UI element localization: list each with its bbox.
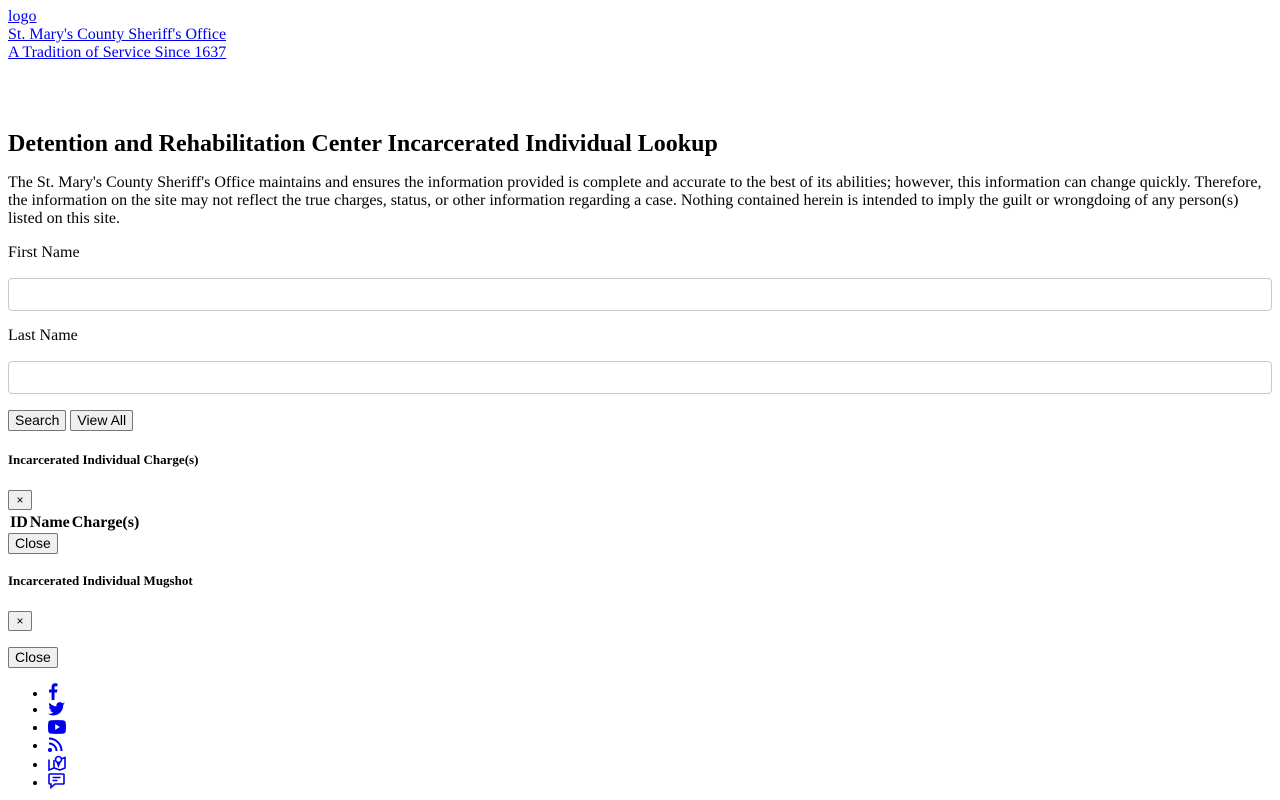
first-name-input[interactable] (8, 278, 1272, 311)
charges-table: ID Name Charge(s) (8, 512, 141, 533)
twitter-link[interactable] (48, 701, 65, 718)
social-item-youtube (48, 719, 1272, 737)
charges-close-button[interactable]: Close (8, 533, 58, 554)
charges-modal-title: Incarcerated Individual Charge(s) (8, 452, 199, 467)
logo-link[interactable]: logo (8, 8, 36, 26)
column-header-charges: Charge(s) (71, 514, 140, 531)
charges-close-x-button[interactable]: × (8, 490, 32, 510)
last-name-label: Last Name (8, 327, 78, 344)
twitter-icon (48, 702, 65, 716)
org-name-link[interactable]: St. Mary's County Sheriff's Office (8, 26, 1272, 44)
header-spacer (8, 62, 1272, 112)
page-title: Detention and Rehabilitation Center Inca… (8, 131, 718, 157)
lookup-main: Detention and Rehabilitation Center Inca… (8, 130, 1272, 668)
column-header-name: Name (29, 514, 70, 531)
tagline-link[interactable]: A Tradition of Service Since 1637 (8, 44, 226, 62)
social-item-facebook (48, 683, 1272, 701)
social-item-twitter (48, 701, 1272, 719)
search-button[interactable]: Search (8, 410, 67, 431)
last-name-input[interactable] (8, 361, 1272, 394)
mugshot-close-x-button[interactable]: × (8, 611, 32, 631)
mugshot-modal-title: Incarcerated Individual Mugshot (8, 573, 193, 588)
rss-link[interactable] (48, 737, 63, 754)
comment-link[interactable] (48, 773, 65, 791)
mugshot-modal: Incarcerated Individual Mugshot × Close (8, 573, 1272, 668)
youtube-link[interactable] (48, 719, 66, 736)
rss-icon (48, 737, 63, 752)
first-name-label: First Name (8, 244, 80, 261)
charges-table-header-row: ID Name Charge(s) (8, 512, 141, 533)
site-footer (8, 683, 1272, 791)
map-icon (48, 755, 66, 772)
charges-modal: Incarcerated Individual Charge(s) × ID N… (8, 452, 1272, 554)
social-item-rss (48, 737, 1272, 755)
social-item-comment (48, 773, 1272, 791)
comment-icon (48, 773, 65, 790)
disclaimer-text: The St. Mary's County Sheriff's Office m… (8, 174, 1262, 227)
social-item-map (48, 755, 1272, 773)
column-header-id: ID (10, 514, 28, 531)
facebook-link[interactable] (48, 683, 58, 702)
logo-image: logo (8, 8, 37, 25)
youtube-icon (48, 720, 66, 734)
map-link[interactable] (48, 755, 66, 773)
site-header: logo St. Mary's County Sheriff's Office … (8, 8, 1272, 62)
view-all-button[interactable]: View All (70, 410, 134, 431)
mugshot-close-button[interactable]: Close (8, 647, 58, 668)
facebook-icon (49, 683, 58, 700)
search-actions: Search View All (8, 410, 1272, 431)
social-links (8, 683, 1272, 791)
